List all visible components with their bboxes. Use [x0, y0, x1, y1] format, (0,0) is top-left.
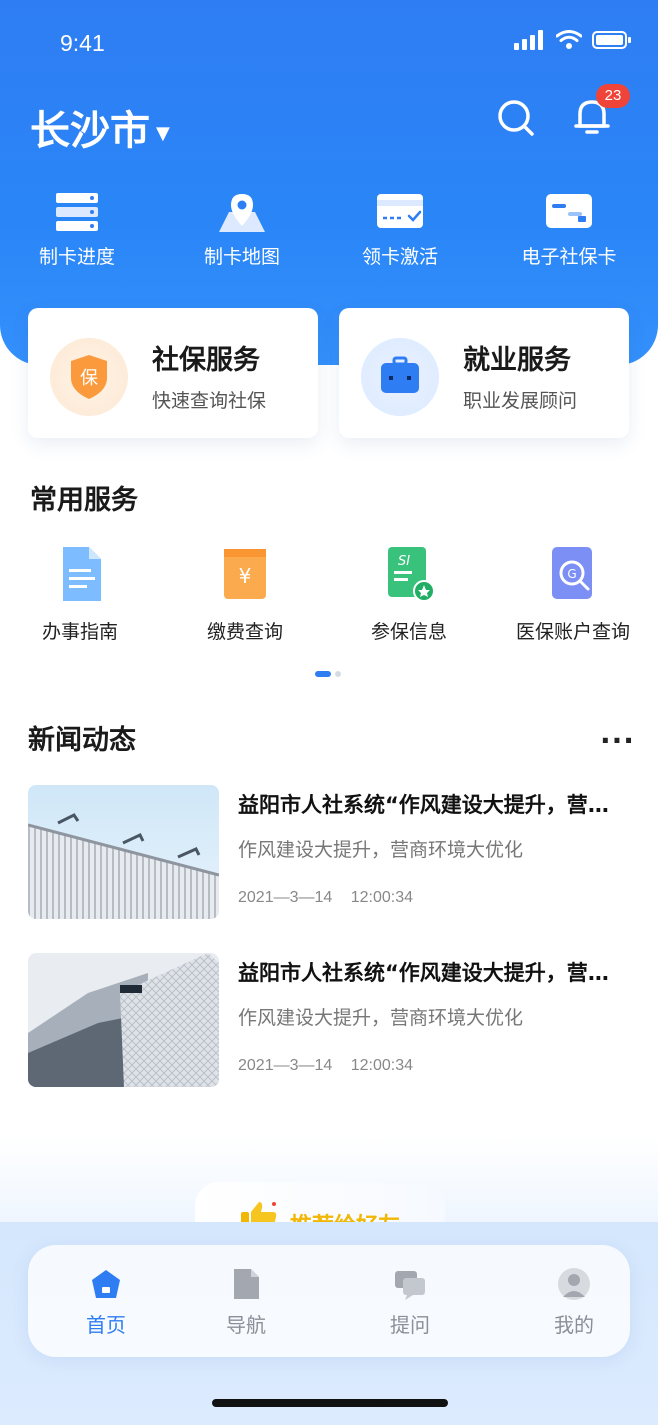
service-label: 缴费查询 [206, 621, 283, 643]
payment-query[interactable]: ¥ 缴费查询 [170, 545, 320, 644]
briefcase-icon-wrap [361, 338, 439, 416]
tab-label: 首页 [86, 1313, 126, 1337]
search-icon[interactable] [494, 96, 538, 140]
medical-account-query[interactable]: G 医保账户查询 [498, 545, 648, 644]
service-label: 参保信息 [370, 621, 447, 643]
page-indicator [315, 671, 341, 677]
file-icon [234, 1269, 259, 1299]
more-icon[interactable]: ··· [600, 724, 635, 757]
tab-questions[interactable]: 提问 [350, 1245, 470, 1357]
card-subtitle: 快速查询社保 [152, 390, 267, 412]
news-datetime: 2021—3—14 12:00:34 [238, 889, 413, 907]
news-date: 2021—3—14 [238, 889, 333, 906]
news-summary: 作风建设大提升，营商环境大优化 [238, 1007, 524, 1029]
status-icons [514, 30, 632, 50]
news-title: 益阳市人社系统“作风建设大提升，营商环境大优化” [238, 793, 628, 817]
card-activate-icon [377, 194, 423, 228]
wifi-icon [556, 30, 582, 49]
news-item[interactable]: 益阳市人社系统“作风建设大提升，营商环境大优化” 作风建设大提升，营商环境大优化… [28, 785, 628, 919]
news-summary: 作风建设大提升，营商环境大优化 [238, 839, 524, 861]
notification-badge: 23 [596, 84, 630, 108]
quick-action-label: 领卡激活 [361, 246, 438, 268]
news-time: 12:00:34 [350, 889, 414, 906]
news-date: 2021—3—14 [238, 1057, 333, 1074]
chat-icon [395, 1271, 425, 1300]
social-security-service-card[interactable]: 保 社保服务 快速查询社保 [28, 308, 318, 438]
status-bar: 9:41 [0, 0, 658, 80]
quick-action-card-progress[interactable]: 制卡进度 [17, 190, 137, 269]
quick-action-card-map[interactable]: 制卡地图 [182, 190, 302, 269]
service-guide[interactable]: 办事指南 [5, 545, 155, 644]
ecard-icon [546, 194, 592, 228]
news-time: 12:00:34 [350, 1057, 414, 1074]
tab-label: 我的 [554, 1313, 594, 1337]
svg-text:SI: SI [398, 554, 410, 569]
svg-text:G: G [567, 567, 576, 581]
news-title: 益阳市人社系统“作风建设大提升，营商环境大优化” [238, 961, 628, 985]
news-thumbnail [28, 953, 219, 1087]
news-datetime: 2021—3—14 12:00:34 [238, 1057, 413, 1075]
tab-label: 提问 [390, 1313, 430, 1337]
briefcase-icon [381, 356, 419, 393]
news-thumbnail [28, 785, 219, 919]
city-name: 长沙市 [30, 108, 150, 154]
tab-label: 导航 [226, 1313, 266, 1337]
tab-home[interactable]: 首页 [46, 1245, 166, 1357]
tab-bar: 首页 导航 提问 我的 [28, 1245, 630, 1357]
card-subtitle: 职业发展顾问 [463, 390, 578, 412]
home-indicator [212, 1399, 448, 1407]
home-icon [92, 1270, 120, 1298]
server-list-icon [56, 193, 98, 231]
quick-action-label: 制卡进度 [38, 246, 115, 268]
common-services-title: 常用服务 [30, 485, 138, 516]
city-selector[interactable]: 长沙市 ▼ [30, 98, 170, 156]
service-label: 办事指南 [41, 621, 118, 643]
quick-action-label: 制卡地图 [203, 246, 280, 268]
signal-icon [514, 30, 543, 50]
payment-icon: ¥ [224, 549, 266, 599]
news-section-title: 新闻动态 [28, 725, 136, 756]
quick-action-card-activate[interactable]: 领卡激活 [340, 190, 460, 269]
service-label: 医保账户查询 [515, 621, 630, 643]
shield-icon: 保 [71, 355, 107, 399]
insurance-info-icon: SI [388, 547, 434, 602]
medical-account-icon: G [552, 547, 592, 599]
svg-text:保: 保 [80, 368, 98, 389]
document-icon [63, 547, 101, 601]
employment-service-card[interactable]: 就业服务 职业发展顾问 [339, 308, 629, 438]
page-dot-active [315, 671, 331, 677]
shield-icon-wrap: 保 [50, 338, 128, 416]
news-item[interactable]: 益阳市人社系统“作风建设大提升，营商环境大优化” 作风建设大提升，营商环境大优化… [28, 953, 628, 1087]
status-time: 9:41 [60, 30, 105, 56]
chevron-down-icon: ▼ [156, 122, 170, 144]
page-dot [335, 671, 341, 677]
map-pin-icon [219, 194, 265, 232]
tab-navigation[interactable]: 导航 [186, 1245, 306, 1357]
quick-action-label: 电子社保卡 [521, 246, 617, 268]
quick-actions: 制卡进度 制卡地图 领卡激活 电子社保卡 [0, 190, 658, 280]
battery-icon [592, 31, 631, 49]
card-title: 就业服务 [463, 345, 571, 376]
user-icon [558, 1268, 590, 1300]
quick-action-ecard[interactable]: 电子社保卡 [509, 190, 629, 269]
card-title: 社保服务 [152, 345, 260, 376]
svg-text:¥: ¥ [239, 564, 252, 588]
insurance-info[interactable]: SI 参保信息 [334, 545, 484, 644]
tab-mine[interactable]: 我的 [514, 1245, 634, 1357]
